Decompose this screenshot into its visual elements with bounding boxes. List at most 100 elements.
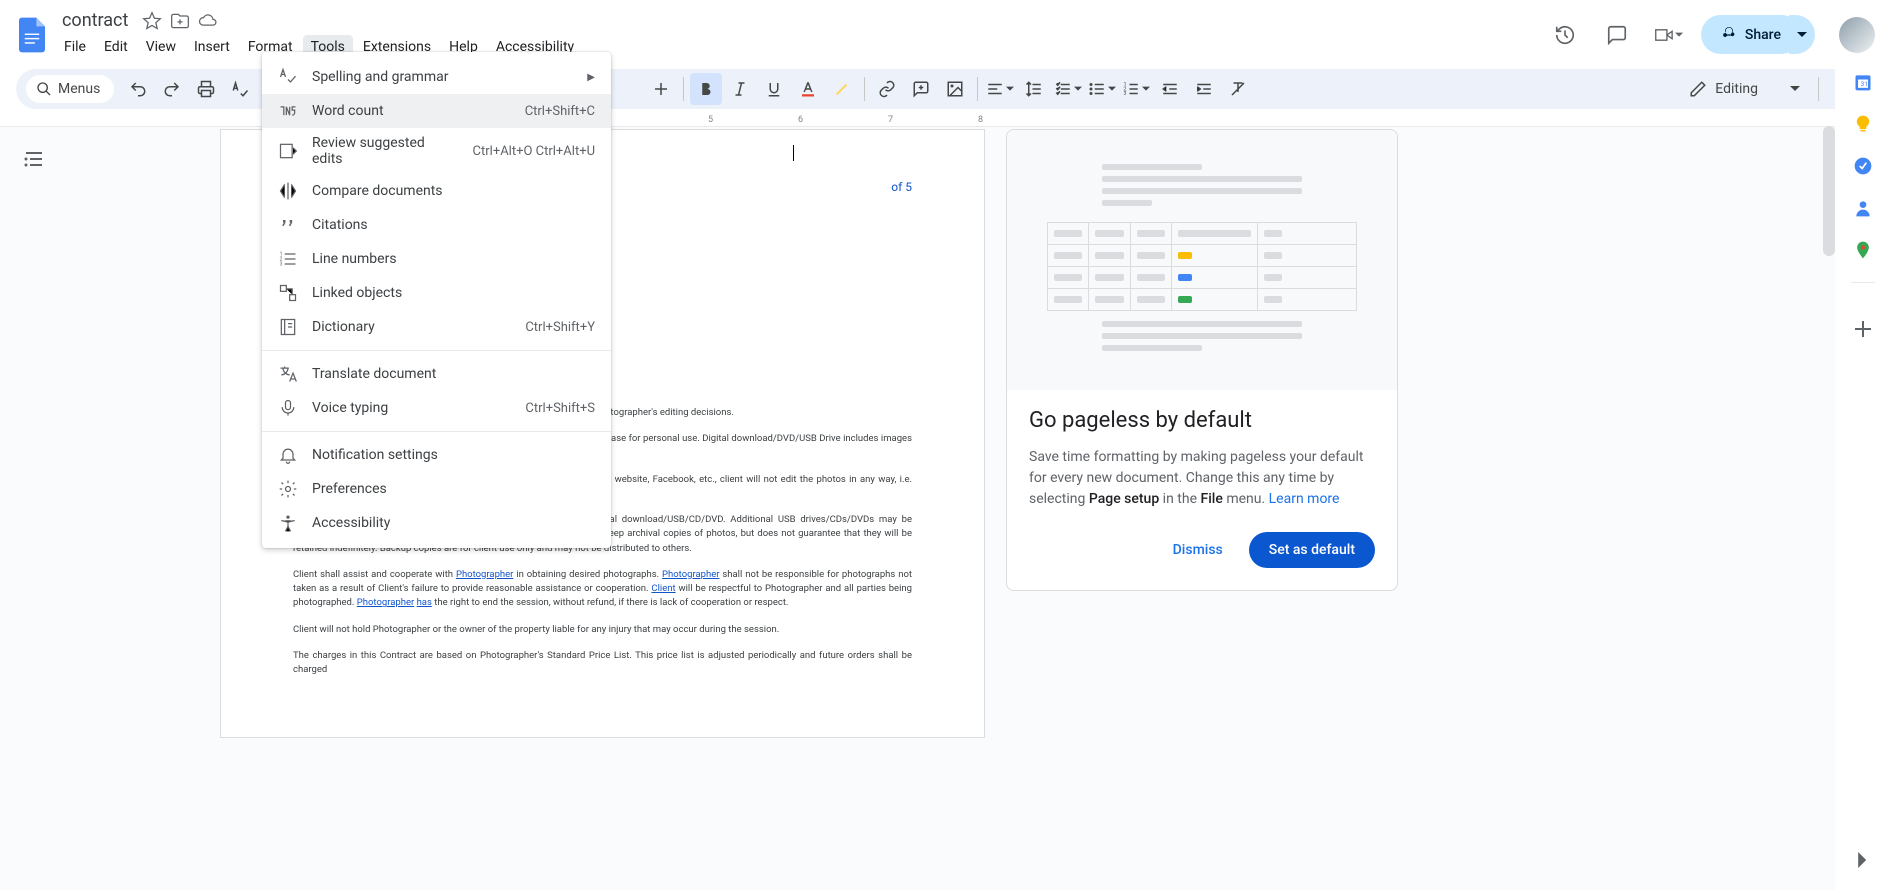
clear-format-button[interactable] <box>1222 73 1254 105</box>
mic-icon <box>278 398 298 418</box>
menu-edit[interactable]: Edit <box>96 35 136 59</box>
menu-item-voice-typing[interactable]: Voice typing Ctrl+Shift+S <box>262 391 611 425</box>
menu-item-notification-settings[interactable]: Notification settings <box>262 438 611 472</box>
menu-separator <box>262 350 611 351</box>
account-avatar[interactable] <box>1839 17 1875 53</box>
insert-plus-button[interactable] <box>645 73 677 105</box>
print-button[interactable] <box>190 73 222 105</box>
menu-item-preferences[interactable]: Preferences <box>262 472 611 506</box>
set-as-default-button[interactable]: Set as default <box>1249 532 1375 568</box>
learn-more-link[interactable]: Learn more <box>1269 491 1340 507</box>
toolbar-separator <box>1818 77 1819 101</box>
side-panel: 31 <box>1835 60 1891 890</box>
menu-item-label: Review suggested edits <box>312 135 459 167</box>
indent-decrease-button[interactable] <box>1154 73 1186 105</box>
menu-item-spelling-and-grammar[interactable]: Spelling and grammar ▶ <box>262 60 611 94</box>
promo-text: Save time formatting by making pageless … <box>1029 447 1375 510</box>
align-button[interactable] <box>984 73 1016 105</box>
side-panel-collapse-button[interactable] <box>1855 852 1871 872</box>
cloud-icon[interactable] <box>198 11 218 31</box>
menu-item-linked-objects[interactable]: Linked objects <box>262 276 611 310</box>
compare-icon <box>278 181 298 201</box>
tools-menu-dropdown: Spelling and grammar ▶ Word count Ctrl+S… <box>262 52 611 548</box>
comment-button[interactable] <box>905 73 937 105</box>
menus-search[interactable]: Menus <box>26 75 114 103</box>
docs-logo[interactable] <box>16 15 48 55</box>
menu-item-compare-documents[interactable]: Compare documents <box>262 174 611 208</box>
line-spacing-button[interactable] <box>1018 73 1050 105</box>
menu-item-word-count[interactable]: Word count Ctrl+Shift+C <box>262 94 611 128</box>
menu-item-dictionary[interactable]: Dictionary Ctrl+Shift+Y <box>262 310 611 344</box>
dictionary-icon <box>278 317 298 337</box>
document-paragraph[interactable]: Client shall assist and cooperate with P… <box>293 568 912 611</box>
tasks-icon[interactable] <box>1853 156 1873 176</box>
share-button[interactable]: Share <box>1701 15 1801 54</box>
menu-shortcut: Ctrl+Shift+S <box>525 401 595 416</box>
toolbar-separator <box>864 77 865 101</box>
scrollbar-thumb[interactable] <box>1823 126 1835 256</box>
calendar-icon[interactable]: 31 <box>1853 72 1873 92</box>
editing-mode-label: Editing <box>1715 81 1758 97</box>
menu-file[interactable]: File <box>56 35 94 59</box>
history-icon[interactable] <box>1545 15 1585 55</box>
toolbar-separator <box>683 77 684 101</box>
contacts-icon[interactable] <box>1853 198 1873 218</box>
menu-item-label: Dictionary <box>312 319 511 335</box>
menu-item-line-numbers[interactable]: 123 Line numbers <box>262 242 611 276</box>
ruler-tick: 6 <box>798 115 803 125</box>
link-button[interactable] <box>871 73 903 105</box>
menu-shortcut: Ctrl+Alt+O Ctrl+Alt+U <box>473 144 595 159</box>
highlight-button[interactable] <box>826 73 858 105</box>
menu-item-label: Spelling and grammar <box>312 69 573 85</box>
italic-button[interactable] <box>724 73 756 105</box>
star-icon[interactable] <box>142 11 162 31</box>
document-paragraph[interactable]: The charges in this Contract are based o… <box>293 649 912 678</box>
indent-increase-button[interactable] <box>1188 73 1220 105</box>
menu-item-accessibility[interactable]: Accessibility <box>262 506 611 540</box>
text-cursor <box>793 145 794 161</box>
maps-icon[interactable] <box>1853 240 1873 260</box>
menus-label: Menus <box>58 81 100 97</box>
keep-icon[interactable] <box>1853 114 1873 134</box>
text-color-button[interactable] <box>792 73 824 105</box>
comments-icon[interactable] <box>1597 15 1637 55</box>
review-icon <box>278 141 298 161</box>
spellcheck-button[interactable] <box>224 73 256 105</box>
underline-button[interactable] <box>758 73 790 105</box>
submenu-arrow-icon: ▶ <box>587 72 595 83</box>
number-list-button[interactable]: 123 <box>1120 73 1152 105</box>
menu-item-review-suggested-edits[interactable]: Review suggested edits Ctrl+Alt+O Ctrl+A… <box>262 128 611 174</box>
svg-text:3: 3 <box>280 262 283 268</box>
share-dropdown-arrow[interactable] <box>1789 15 1815 54</box>
translate-icon <box>278 364 298 384</box>
bullet-list-button[interactable] <box>1086 73 1118 105</box>
image-button[interactable] <box>939 73 971 105</box>
share-label: Share <box>1745 27 1781 43</box>
menu-item-translate-document[interactable]: Translate document <box>262 357 611 391</box>
document-title[interactable]: contract <box>56 8 134 33</box>
menu-view[interactable]: View <box>138 35 184 59</box>
add-addon-button[interactable] <box>1851 317 1875 341</box>
spellcheck-icon <box>278 67 298 87</box>
menu-item-label: Word count <box>312 103 511 119</box>
menu-item-citations[interactable]: Citations <box>262 208 611 242</box>
undo-button[interactable] <box>122 73 154 105</box>
linenumbers-icon: 123 <box>278 249 298 269</box>
editing-mode-button[interactable]: Editing <box>1677 74 1812 104</box>
move-icon[interactable] <box>170 11 190 31</box>
linked-icon <box>278 283 298 303</box>
outline-toggle-button[interactable] <box>22 147 46 171</box>
dismiss-button[interactable]: Dismiss <box>1159 532 1237 568</box>
checklist-button[interactable] <box>1052 73 1084 105</box>
ruler-tick: 7 <box>888 115 893 125</box>
pageless-promo-card: Go pageless by default Save time formatt… <box>1006 129 1398 591</box>
redo-button[interactable] <box>156 73 188 105</box>
svg-text:31: 31 <box>1861 80 1868 88</box>
meet-button[interactable] <box>1649 15 1689 55</box>
bold-button[interactable] <box>690 73 722 105</box>
menu-insert[interactable]: Insert <box>186 35 238 59</box>
document-paragraph[interactable]: Client will not hold Photographer or the… <box>293 623 912 637</box>
header-right: Share <box>1545 15 1875 55</box>
toolbar-separator <box>977 77 978 101</box>
menu-shortcut: Ctrl+Shift+Y <box>525 320 595 335</box>
